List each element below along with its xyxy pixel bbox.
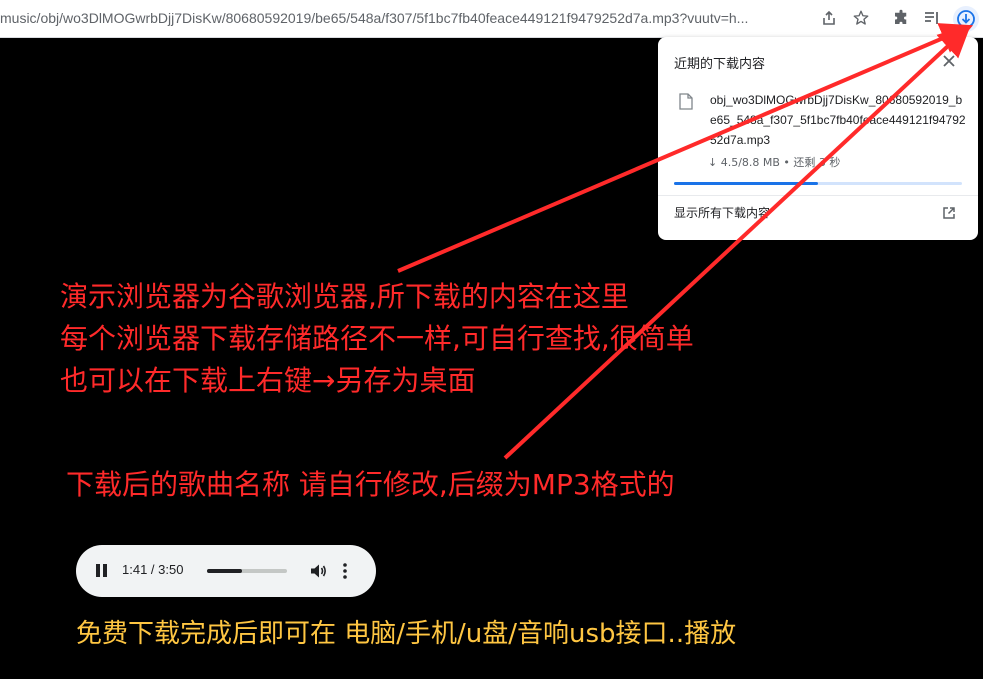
file-icon bbox=[679, 93, 693, 114]
extensions-icon[interactable] bbox=[891, 8, 911, 28]
annotation-line-2: 每个浏览器下载存储路径不一样,可自行查找,很简单 bbox=[60, 322, 694, 355]
star-icon[interactable] bbox=[851, 8, 871, 28]
address-bar[interactable]: music/obj/wo3DlMOGwrbDjj7DisKw/806805920… bbox=[0, 0, 812, 37]
footer-text: 免费下载完成后即可在 电脑/手机/u盘/音响usb接口..播放 bbox=[76, 619, 737, 649]
divider bbox=[658, 195, 978, 196]
reading-list-icon[interactable] bbox=[922, 8, 942, 28]
volume-icon[interactable] bbox=[309, 562, 327, 584]
playback-time: 1:41 / 3:50 bbox=[122, 562, 184, 577]
download-button[interactable] bbox=[953, 6, 979, 32]
annotation-line-1: 演示浏览器为谷歌浏览器,所下载的内容在这里 bbox=[60, 280, 629, 313]
share-icon[interactable] bbox=[819, 8, 839, 28]
download-icon bbox=[957, 10, 975, 28]
seek-slider[interactable] bbox=[207, 569, 287, 573]
seek-slider-fill bbox=[207, 569, 243, 573]
close-icon[interactable] bbox=[941, 53, 957, 69]
show-all-downloads-link[interactable]: 显示所有下载内容 bbox=[674, 204, 770, 221]
download-progress-bar bbox=[674, 182, 962, 185]
browser-toolbar: music/obj/wo3DlMOGwrbDjj7DisKw/806805920… bbox=[0, 0, 983, 38]
pause-icon[interactable] bbox=[94, 563, 110, 579]
annotation-line-4: 下载后的歌曲名称 请自行修改,后缀为MP3格式的 bbox=[66, 468, 675, 501]
annotation-line-3: 也可以在下载上右键→另存为桌面 bbox=[60, 364, 476, 397]
more-options-icon[interactable] bbox=[342, 562, 348, 584]
audio-player: 1:41 / 3:50 bbox=[76, 545, 376, 597]
download-filename[interactable]: obj_wo3DlMOGwrbDjj7DisKw_80680592019_be6… bbox=[710, 90, 966, 150]
open-external-icon[interactable] bbox=[942, 205, 956, 224]
bubble-title: 近期的下载内容 bbox=[674, 57, 766, 72]
download-status: ↓ 4.5/8.8 MB • 还剩 3 秒 bbox=[708, 156, 841, 169]
download-bubble: 近期的下载内容 obj_wo3DlMOGwrbDjj7DisKw_8068059… bbox=[658, 37, 978, 240]
download-progress-fill bbox=[674, 182, 818, 185]
